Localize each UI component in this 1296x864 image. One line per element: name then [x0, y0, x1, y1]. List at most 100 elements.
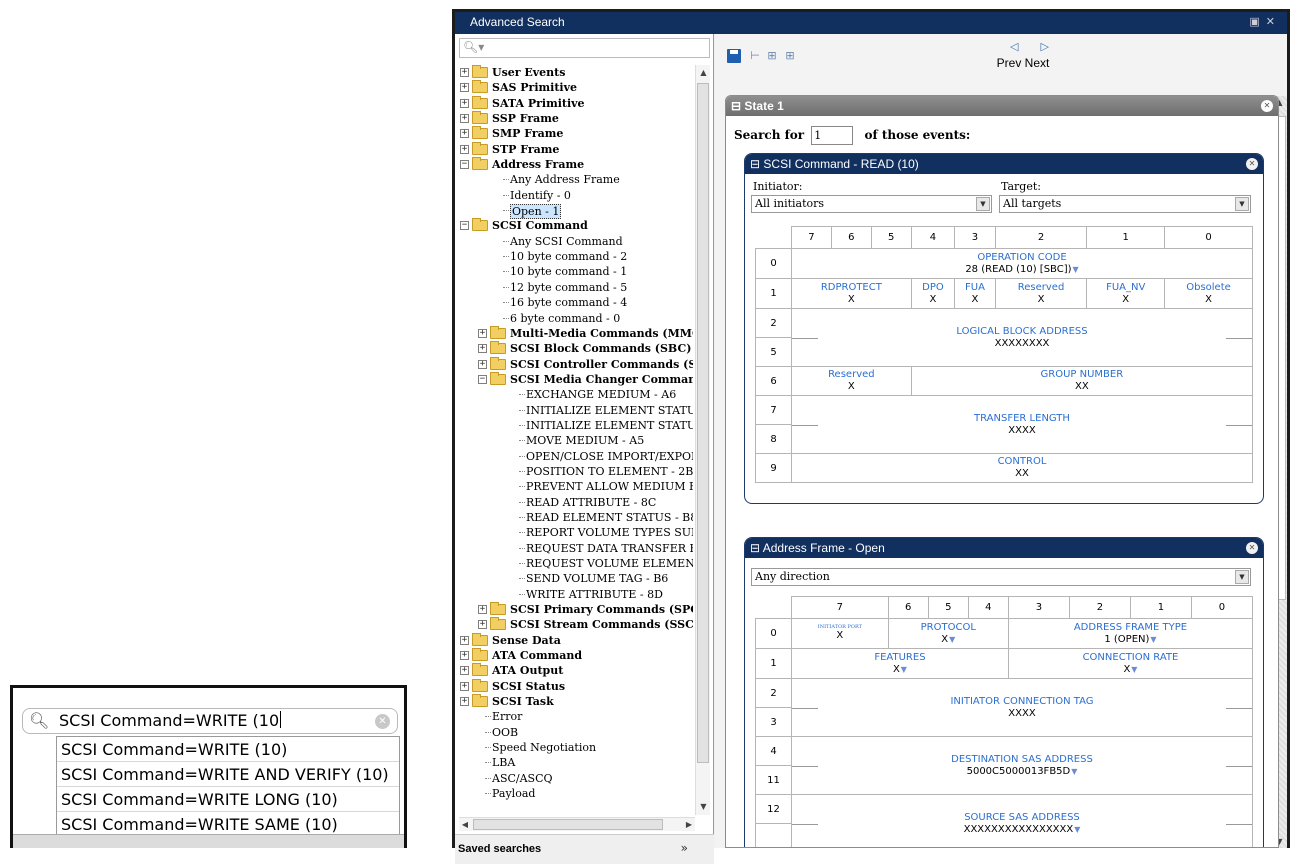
tree-item[interactable]: Payload — [459, 786, 693, 801]
tree-item[interactable]: Identify - 0 — [459, 188, 693, 203]
tree-folder[interactable]: + SCSI Primary Commands (SPC — [459, 602, 693, 617]
tree-folder[interactable]: + STP Frame — [459, 141, 693, 157]
tree-folder[interactable]: + SCSI Status — [459, 678, 693, 694]
tree-folder[interactable]: − SCSI Media Changer Comman — [459, 371, 693, 387]
next-button[interactable]: Next — [1025, 56, 1050, 70]
close-state-icon[interactable]: ✕ — [1261, 100, 1273, 112]
dropdown-icon[interactable]: ▼ — [1150, 635, 1156, 644]
field-address-frame-type[interactable]: ADDRESS FRAME TYPE 1 (OPEN)▼ — [1007, 618, 1254, 649]
field-group-number[interactable]: GROUP NUMBER XX — [910, 366, 1254, 396]
field-destination-sas-address[interactable]: DESTINATION SAS ADDRESS 5000C5000013FB5D… — [791, 736, 1253, 795]
tree-item[interactable]: Any SCSI Command — [459, 234, 693, 249]
search-count-input[interactable]: 1 — [811, 126, 854, 145]
search-input-text[interactable]: SCSI Command=WRITE (10 — [59, 711, 282, 730]
search-input[interactable]: 🔍︎ SCSI Command=WRITE (10 ✕ — [22, 708, 398, 734]
tree-item[interactable]: SEND VOLUME TAG - B6 — [459, 571, 693, 586]
field-transfer-length[interactable]: TRANSFER LENGTH XXXX — [791, 395, 1253, 454]
scroll-up-icon[interactable]: ▲ — [696, 65, 711, 81]
tree-folder[interactable]: + SCSI Block Commands (SBC) — [459, 341, 693, 356]
field-protocol[interactable]: PROTOCOL X▼ — [887, 618, 1009, 649]
expand-icon[interactable]: + — [460, 697, 469, 707]
tree-folder[interactable]: + ATA Command — [459, 648, 693, 663]
tree-item[interactable]: PREVENT ALLOW MEDIUM REMO — [459, 479, 693, 494]
tree-item[interactable]: Error — [459, 709, 693, 724]
collapse-icon[interactable]: − — [460, 221, 469, 231]
tree-item[interactable]: OOB — [459, 725, 693, 740]
tree-item[interactable]: EXCHANGE MEDIUM - A6 — [459, 387, 693, 402]
field-fua[interactable]: FUA X — [954, 278, 996, 309]
restore-icon[interactable]: ▣ — [1249, 15, 1265, 28]
tree-item[interactable]: 12 byte command - 5 — [459, 280, 693, 295]
expand-icon[interactable]: + — [478, 605, 487, 615]
chevron-down-icon[interactable]: ▼ — [1235, 197, 1249, 211]
search-icon[interactable]: 🔍︎▾ — [463, 40, 484, 54]
tree-item[interactable]: 10 byte command - 2 — [459, 249, 693, 264]
field-reserved[interactable]: Reserved X — [791, 366, 912, 396]
tree-item[interactable]: Speed Negotiation — [459, 740, 693, 755]
tree-folder[interactable]: + SCSI Controller Commands (S — [459, 356, 693, 372]
tree-item[interactable]: INITIALIZE ELEMENT STATUS - 0 — [459, 403, 693, 418]
expand-icon[interactable]: + — [460, 68, 469, 77]
tree-folder[interactable]: + Sense Data — [459, 632, 693, 648]
expand-icon[interactable]: + — [460, 635, 469, 645]
expand-icon[interactable]: + — [460, 83, 469, 93]
tree-folder[interactable]: + SMP Frame — [459, 126, 693, 141]
expand-icon[interactable]: + — [460, 114, 469, 124]
field-obsolete[interactable]: Obsolete X — [1164, 278, 1253, 309]
expand-icon[interactable]: + — [478, 620, 487, 630]
scroll-right-icon[interactable]: ▶ — [683, 818, 695, 831]
scroll-down-icon[interactable]: ▼ — [696, 799, 711, 815]
tree-folder[interactable]: + SCSI Stream Commands (SSC — [459, 617, 693, 632]
tree-item[interactable]: REQUEST DATA TRANSFER ELEM — [459, 541, 693, 556]
chevron-down-icon[interactable]: ▼ — [976, 197, 990, 211]
dropdown-icon[interactable]: ▼ — [1071, 767, 1077, 776]
expand-icon[interactable]: + — [460, 129, 469, 139]
tree-item[interactable]: MOVE MEDIUM - A5 — [459, 433, 693, 448]
tree-folder[interactable]: + SAS Primitive — [459, 80, 693, 95]
expand-icon[interactable]: + — [478, 344, 487, 354]
scroll-left-icon[interactable]: ◀ — [459, 818, 471, 831]
prev-arrow-icon[interactable]: ◁ — [1010, 40, 1040, 53]
target-select[interactable]: All targets ▼ — [999, 195, 1251, 213]
field-rdprotect[interactable]: RDPROTECT X — [791, 278, 912, 309]
field-control[interactable]: CONTROL XX — [791, 453, 1253, 483]
tree-item[interactable]: WRITE ATTRIBUTE - 8D — [459, 587, 693, 602]
field-source-sas-address[interactable]: SOURCE SAS ADDRESS XXXXXXXXXXXXXXXX▼ — [791, 794, 1253, 847]
tree-item[interactable]: READ ATTRIBUTE - 8C — [459, 495, 693, 510]
field-fua-nv[interactable]: FUA_NV X — [1086, 278, 1166, 309]
tree-item[interactable]: INITIALIZE ELEMENT STATUS W. — [459, 418, 693, 433]
collapse-icon[interactable]: ⊟ — [731, 99, 741, 113]
tree-folder[interactable]: + ATA Output — [459, 663, 693, 678]
close-panel-icon[interactable]: ✕ — [1246, 542, 1258, 554]
tree-folder[interactable]: + SCSI Task — [459, 694, 693, 709]
collapse-icon[interactable]: ⊟ — [750, 541, 760, 555]
tree-item[interactable]: 16 byte command - 4 — [459, 295, 693, 310]
expand-icon[interactable]: + — [460, 651, 469, 661]
next-arrow-icon[interactable]: ▷ — [1040, 40, 1070, 53]
saved-searches-bar[interactable]: Saved searches » — [455, 834, 714, 864]
scroll-thumb[interactable] — [473, 819, 663, 830]
tree-item[interactable]: POSITION TO ELEMENT - 2B — [459, 464, 693, 479]
tree-item[interactable]: Any Address Frame — [459, 172, 693, 187]
field-reserved[interactable]: Reserved X — [994, 278, 1088, 309]
field-connection-rate[interactable]: CONNECTION RATE X▼ — [1007, 648, 1254, 679]
expand-icon[interactable]: + — [460, 681, 469, 691]
dropdown-icon[interactable]: ▼ — [949, 635, 955, 644]
expand-icon[interactable]: + — [460, 98, 469, 108]
field-dpo[interactable]: DPO X — [910, 278, 956, 309]
tree-item[interactable]: 6 byte command - 0 — [459, 311, 693, 326]
tree-folder[interactable]: + User Events — [459, 65, 693, 80]
scroll-thumb[interactable] — [697, 83, 709, 763]
suggestion-item[interactable]: SCSI Command=WRITE LONG (10) — [57, 787, 399, 812]
expand-icon[interactable]: + — [460, 666, 469, 676]
add-branch-icon[interactable]: ⊞ — [765, 49, 779, 63]
add-state-icon[interactable]: ⊢ — [748, 49, 762, 63]
dropdown-icon[interactable]: ▼ — [1074, 825, 1080, 834]
tree-item[interactable]: READ ELEMENT STATUS - B8 — [459, 510, 693, 525]
initiator-select[interactable]: All initiators ▼ — [751, 195, 992, 213]
collapse-icon[interactable]: − — [460, 160, 469, 170]
close-panel-icon[interactable]: ✕ — [1246, 158, 1258, 170]
tree-item[interactable]: OPEN/CLOSE IMPORT/EXPORT E — [459, 449, 693, 464]
add-event-icon[interactable]: ⊞ — [783, 49, 797, 63]
suggestion-item[interactable]: SCSI Command=WRITE (10) — [57, 737, 399, 762]
